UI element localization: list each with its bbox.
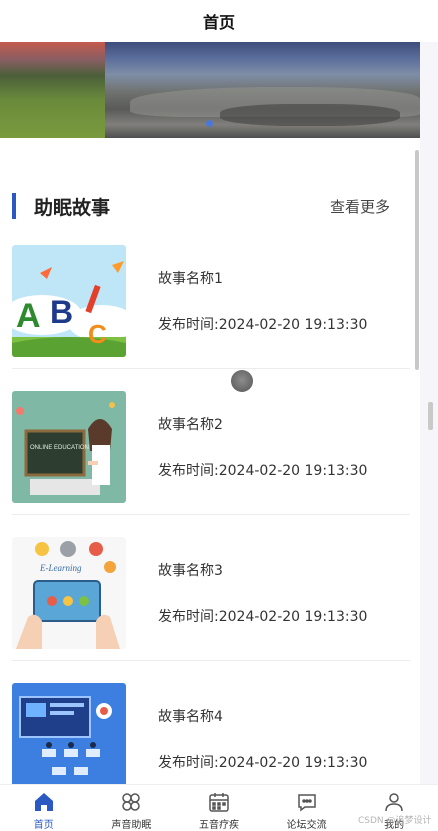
tab-label: 首页	[33, 820, 54, 831]
letter-c: C	[88, 319, 107, 349]
user-icon	[381, 789, 407, 814]
story-time: 发布时间:2024-02-20 19:13:30	[158, 463, 368, 479]
banner-slide-grassland	[0, 42, 105, 138]
tab-label: 论坛交流	[286, 820, 327, 831]
drag-handle[interactable]	[428, 402, 433, 430]
tab-label: 声音助眠	[111, 820, 152, 831]
section-accent-bar	[12, 193, 16, 219]
section-header: 助眠故事 查看更多	[12, 192, 408, 220]
scrollbar-thumb[interactable]	[415, 150, 419, 370]
elearning-text: E-Learning	[39, 563, 82, 573]
story-item[interactable]: 故事名称4 发布时间:2024-02-20 19:13:30	[12, 683, 410, 795]
divider	[12, 368, 410, 369]
story-thumbnail: ONLINE EDUCATION	[12, 391, 126, 503]
story-time: 发布时间:2024-02-20 19:13:30	[158, 609, 368, 625]
story-time: 发布时间:2024-02-20 19:13:30	[158, 755, 368, 771]
chat-icon	[294, 789, 320, 814]
section-title: 助眠故事	[34, 196, 111, 219]
home-icon	[31, 789, 57, 814]
story-item[interactable]: ONLINE EDUCATION 故事名称2 发布时间:2024-02-20 1…	[12, 391, 410, 503]
story-item[interactable]: A B C 故事名称1 发布时间:2024-02-20 19:13:30	[12, 245, 410, 357]
divider	[12, 660, 410, 661]
story-name: 故事名称2	[158, 417, 223, 433]
story-thumbnail: A B C	[12, 245, 126, 357]
divider	[12, 514, 410, 515]
page-title: 首页	[202, 13, 235, 32]
story-time: 发布时间:2024-02-20 19:13:30	[158, 317, 368, 333]
letter-a: A	[16, 297, 41, 335]
carousel-indicator-dot[interactable]	[206, 120, 213, 127]
story-name: 故事名称3	[158, 563, 223, 579]
tab-label: 五音疗疾	[198, 820, 239, 831]
banner-rock-shape	[220, 104, 400, 126]
tab-forum[interactable]: 论坛交流	[263, 785, 351, 831]
calendar-icon	[206, 789, 232, 814]
top-nav-bar: 首页	[0, 0, 438, 42]
view-more-link[interactable]: 查看更多	[330, 196, 390, 217]
story-name: 故事名称1	[158, 271, 223, 287]
tab-sound-sleep[interactable]: 声音助眠	[88, 785, 176, 831]
tab-five-tone-therapy[interactable]: 五音疗疾	[175, 785, 263, 831]
story-thumbnail: E-Learning	[12, 537, 126, 649]
floating-assistive-button[interactable]	[231, 370, 253, 392]
banner-carousel[interactable]	[0, 42, 420, 138]
tab-home[interactable]: 首页	[0, 785, 88, 831]
watermark: CSDN @追梦设计	[358, 816, 432, 826]
flower-icon	[118, 789, 144, 814]
board-text: ONLINE EDUCATION	[30, 445, 89, 451]
story-thumbnail	[12, 683, 126, 795]
story-item[interactable]: E-Learning 故事名称3 发布时间:2024-02-20 19:13:3…	[12, 537, 410, 649]
story-name: 故事名称4	[158, 709, 223, 725]
letter-b: B	[50, 294, 73, 330]
